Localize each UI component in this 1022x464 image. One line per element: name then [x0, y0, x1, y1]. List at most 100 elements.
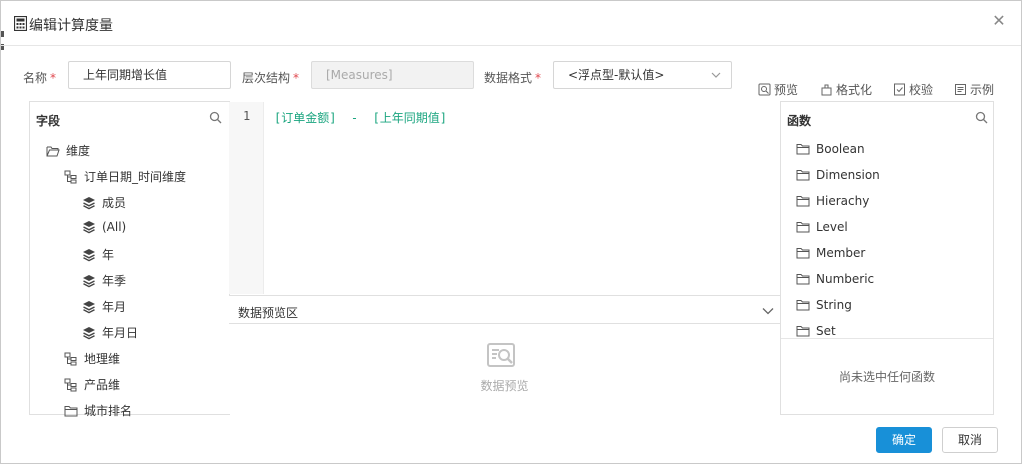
- data-preview-placeholder: 数据预览: [480, 379, 529, 393]
- function-category-set[interactable]: Set: [796, 324, 836, 338]
- tree-level-all[interactable]: (All): [82, 220, 126, 234]
- tree-hierarchy-product[interactable]: 产品维: [64, 376, 120, 393]
- layers-icon: [83, 221, 95, 234]
- folder-icon: [796, 170, 810, 181]
- function-category-boolean[interactable]: Boolean: [796, 142, 865, 156]
- data-preview-header[interactable]: 数据预览区: [229, 295, 780, 324]
- tree-level-year-quarter[interactable]: 年季: [82, 272, 126, 289]
- function-category-string[interactable]: String: [796, 298, 852, 312]
- tree-item-label: 年月: [102, 300, 127, 314]
- search-icon[interactable]: [209, 111, 222, 124]
- data-preview-icon: [487, 343, 515, 367]
- close-icon[interactable]: ✕: [991, 13, 1007, 29]
- functions-panel-title: 函数: [787, 114, 812, 128]
- function-category-member[interactable]: Member: [796, 246, 865, 260]
- tree-level-year-month-day[interactable]: 年月日: [82, 324, 138, 341]
- data-format-value: <浮点型-默认值>: [568, 68, 665, 82]
- format-button-label: 格式化: [836, 83, 873, 97]
- tree-item-label: 成员: [102, 196, 127, 210]
- function-category-numberic[interactable]: Numberic: [796, 272, 874, 286]
- line-number: 1: [243, 109, 251, 123]
- function-category-hierachy[interactable]: Hierachy: [796, 194, 869, 208]
- function-category-level[interactable]: Level: [796, 220, 848, 234]
- tree-item-label: 年: [102, 248, 115, 262]
- tree-hierarchy-geography[interactable]: 地理维: [64, 350, 120, 367]
- tree-item-label: 产品维: [84, 378, 121, 392]
- layers-icon: [83, 248, 95, 261]
- tree-item-label: 年月日: [102, 326, 139, 340]
- tree-folder-city-rank[interactable]: 城市排名: [64, 402, 132, 419]
- data-format-label: 数据格式 *: [484, 71, 542, 85]
- function-category-label: String: [816, 298, 852, 312]
- folder-icon: [796, 196, 810, 207]
- folder-icon: [796, 274, 810, 285]
- validate-icon: [894, 83, 905, 96]
- function-category-dimension[interactable]: Dimension: [796, 168, 880, 182]
- tree-hierarchy-order-date[interactable]: 订单日期_时间维度: [64, 168, 186, 185]
- validate-button-label: 校验: [909, 83, 934, 97]
- tree-folder-dimensions[interactable]: 维度: [46, 142, 90, 159]
- editor-gutter: 1: [229, 102, 264, 294]
- editor-code-area[interactable]: [订单金额] - [上年同期值]: [264, 102, 780, 294]
- folder-icon: [796, 300, 810, 311]
- layers-icon: [83, 300, 95, 313]
- tree-item-label: 年季: [102, 274, 127, 288]
- hierarchy-icon: [64, 352, 77, 365]
- tree-item-label: (All): [102, 220, 127, 234]
- no-function-selected-text: 尚未选中任何函数: [838, 370, 935, 384]
- hierarchy-icon: [64, 378, 77, 391]
- data-preview-title: 数据预览区: [238, 306, 299, 320]
- tree-level-members[interactable]: 成员: [82, 194, 126, 211]
- function-category-label: Dimension: [816, 168, 880, 182]
- tree-item-label: 订单日期_时间维度: [84, 170, 187, 184]
- tree-level-year-month[interactable]: 年月: [82, 298, 126, 315]
- layers-icon: [83, 196, 95, 209]
- edit-calculated-measure-dialog: 编辑计算度量 ✕ 名称 * 上年同期增长值 层次结构 * [Measures] 数据…: [0, 0, 1022, 464]
- name-input[interactable]: 上年同期增长值: [68, 61, 231, 89]
- layers-icon: [83, 326, 95, 339]
- tree-item-label: 城市排名: [84, 404, 133, 418]
- folder-icon: [796, 326, 810, 337]
- example-button[interactable]: 示例: [954, 81, 994, 98]
- ok-button[interactable]: 确定: [876, 427, 932, 453]
- calculator-icon: [14, 16, 27, 31]
- function-description-area: 尚未选中任何函数: [781, 338, 993, 414]
- chevron-down-icon: [711, 72, 721, 78]
- name-label: 名称 *: [23, 71, 57, 85]
- folder-icon: [796, 222, 810, 233]
- expression-code[interactable]: [订单金额] - [上年同期值]: [274, 109, 447, 126]
- dialog-titlebar: 编辑计算度量 ✕: [1, 1, 1021, 46]
- validate-button[interactable]: 校验: [893, 81, 933, 98]
- function-category-label: Numberic: [816, 272, 875, 286]
- tree-item-label: 维度: [66, 144, 91, 158]
- function-category-label: Level: [816, 220, 848, 234]
- format-icon: [821, 84, 832, 96]
- tree-level-year[interactable]: 年: [82, 246, 114, 263]
- chevron-down-icon[interactable]: [762, 305, 774, 317]
- folder-open-icon: [46, 146, 60, 156]
- preview-icon: [758, 83, 771, 96]
- function-category-label: Boolean: [816, 142, 865, 156]
- hierarchy-input: [Measures]: [311, 61, 474, 89]
- tree-item-label: 地理维: [84, 352, 121, 366]
- example-icon: [955, 84, 966, 95]
- function-category-label: Set: [816, 324, 836, 338]
- preview-button-label: 预览: [774, 83, 799, 97]
- dialog-title: 编辑计算度量: [29, 18, 113, 34]
- search-icon[interactable]: [975, 111, 988, 124]
- data-preview-body: 数据预览: [229, 324, 780, 414]
- folder-icon: [796, 144, 810, 155]
- example-button-label: 示例: [970, 83, 995, 97]
- hierarchy-label: 层次结构 *: [242, 71, 300, 85]
- hierarchy-icon: [64, 170, 77, 183]
- data-format-select[interactable]: <浮点型-默认值>: [553, 61, 732, 89]
- function-category-label: Hierachy: [816, 194, 870, 208]
- folder-icon: [796, 248, 810, 259]
- cancel-button[interactable]: 取消: [942, 427, 998, 453]
- format-button[interactable]: 格式化: [820, 81, 872, 98]
- layers-icon: [83, 274, 95, 287]
- fields-panel: 字段 维度 订单日期_时间维度 成员 (All) 年 年季 年月 年月日 地理维…: [29, 101, 230, 418]
- preview-button[interactable]: 预览: [758, 81, 798, 98]
- expression-editor[interactable]: 1 [订单金额] - [上年同期值]: [229, 102, 780, 294]
- fields-panel-title: 字段: [36, 114, 61, 128]
